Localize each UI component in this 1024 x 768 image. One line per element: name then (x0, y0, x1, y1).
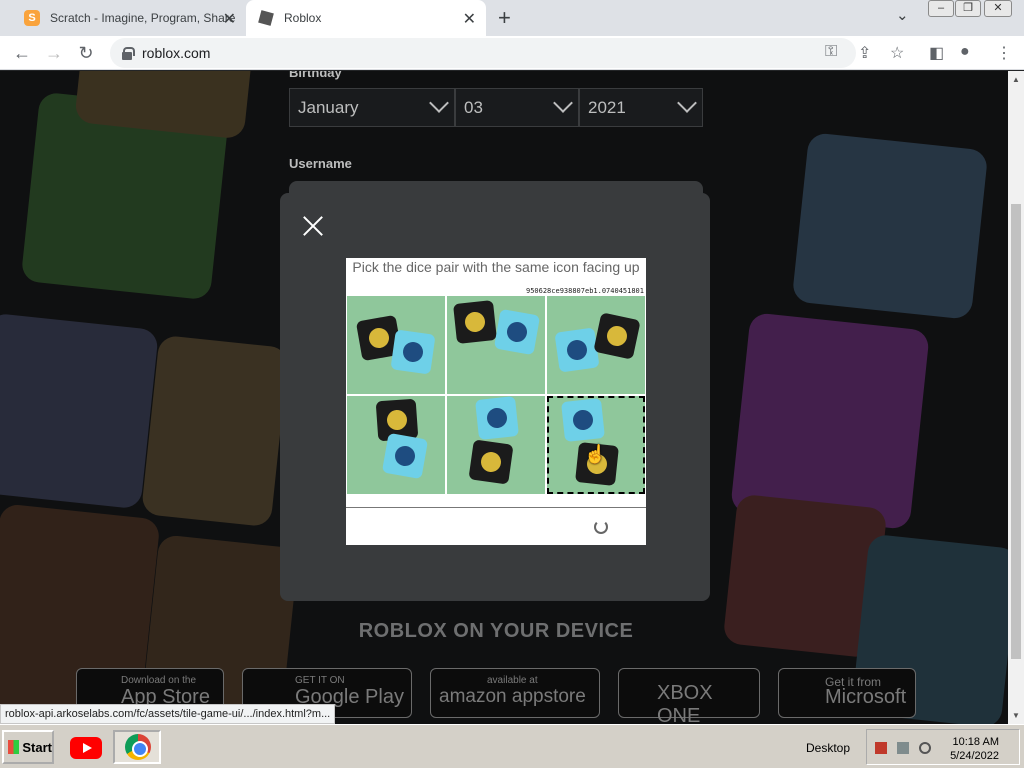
url-text: roblox.com (142, 45, 211, 61)
day-select[interactable]: 03 (455, 88, 579, 127)
clock[interactable]: 10:18 AM 5/24/2022 (941, 735, 999, 763)
username-label: Username (289, 156, 352, 171)
tab-search-icon[interactable]: ⌄ (896, 6, 909, 24)
captcha-tile-4[interactable] (347, 396, 445, 494)
clock-date: 5/24/2022 (950, 750, 999, 762)
badge-title: amazon appstore (439, 686, 586, 707)
month-value: January (298, 97, 359, 117)
close-window-button[interactable]: ✕ (984, 0, 1012, 17)
windows-logo-icon (8, 740, 20, 754)
start-button[interactable]: Start (2, 730, 54, 764)
month-select[interactable]: January (289, 88, 455, 127)
xbox-one-badge[interactable]: XBOX ONE (618, 668, 760, 724)
system-tray: 10:18 AM 5/24/2022 (866, 729, 1020, 765)
lock-icon (122, 47, 135, 60)
year-select[interactable]: 2021 (579, 88, 703, 127)
device-section-heading: ROBLOX ON YOUR DEVICE (358, 620, 634, 642)
close-tab-icon[interactable]: ✕ (463, 9, 476, 29)
forward-icon[interactable]: → (42, 41, 66, 65)
scroll-down-icon[interactable]: ▼ (1012, 711, 1020, 720)
dice-icon (390, 329, 436, 375)
dice-icon (468, 439, 514, 485)
chevron-down-icon (429, 93, 449, 113)
scratch-icon: S (24, 10, 40, 26)
day-value: 03 (464, 97, 483, 117)
dice-icon (593, 312, 641, 360)
start-label: Start (22, 739, 52, 755)
minimize-button[interactable]: – (928, 0, 954, 17)
dice-icon (381, 432, 429, 480)
back-icon[interactable]: ← (10, 41, 34, 65)
tab-strip: S Scratch - Imagine, Program, Share ✕ Ro… (0, 0, 1024, 36)
captcha-frame: Pick the dice pair with the same icon fa… (346, 258, 646, 545)
hand-cursor-icon: ☝ (584, 444, 607, 464)
microsoft-store-badge[interactable]: Get it from Microsoft (778, 668, 916, 718)
badge-caption: GET IT ON (295, 675, 345, 686)
new-tab-button[interactable]: + (498, 5, 511, 31)
key-icon[interactable]: ⚿ (825, 43, 837, 61)
refresh-icon[interactable] (594, 520, 608, 534)
network-icon[interactable] (897, 742, 909, 754)
scrollbar-thumb[interactable] (1011, 204, 1021, 659)
share-icon[interactable]: ⇪ (858, 43, 871, 63)
vertical-scrollbar[interactable]: ▲ ▼ (1008, 71, 1024, 724)
dice-icon (561, 398, 605, 442)
menu-kebab-icon[interactable]: ⋮ (996, 43, 1012, 63)
dice-icon (475, 396, 519, 440)
captcha-tile-3[interactable] (547, 296, 645, 394)
desktop-toolbar-label[interactable]: Desktop (806, 741, 850, 755)
verification-modal: Pick the dice pair with the same icon fa… (280, 193, 710, 601)
captcha-tile-2[interactable] (447, 296, 545, 394)
captcha-divider (346, 507, 646, 508)
captcha-session-id: 950628ce938807eb1.0740451801 (525, 287, 644, 295)
badge-title: Microsoft (825, 686, 907, 708)
tab-roblox[interactable]: Roblox ✕ (246, 0, 486, 36)
badge-title: XBOX ONE (657, 682, 713, 724)
dice-icon (493, 308, 541, 356)
tab-title: Scratch - Imagine, Program, Share (50, 11, 236, 25)
captcha-tile-5[interactable] (447, 396, 545, 494)
tab-title: Roblox (284, 11, 322, 25)
tab-scratch[interactable]: S Scratch - Imagine, Program, Share ✕ (8, 0, 246, 36)
dice-icon (554, 327, 600, 373)
reload-icon[interactable]: ↻ (74, 41, 98, 65)
chrome-taskbar-button[interactable] (113, 730, 161, 764)
badge-caption: available at (487, 675, 538, 686)
captcha-tile-1[interactable] (347, 296, 445, 394)
year-value: 2021 (588, 97, 626, 117)
clock-time: 10:18 AM (952, 736, 999, 748)
security-alert-icon[interactable] (875, 742, 887, 754)
taskbar: Start Desktop 10:18 AM 5/24/2022 (0, 724, 1024, 768)
chevron-down-icon (553, 93, 573, 113)
badge-caption: Download on the (121, 675, 197, 686)
profile-icon[interactable]: ● (960, 43, 970, 61)
dice-icon (453, 300, 497, 344)
browser-toolbar: ← → ↻ roblox.com ⚿ ⇪ ☆ ◧ ● ⋮ (0, 36, 1024, 70)
volume-icon[interactable] (919, 742, 931, 754)
youtube-icon[interactable] (70, 737, 102, 759)
side-panel-icon[interactable]: ◧ (929, 43, 944, 63)
captcha-prompt: Pick the dice pair with the same icon fa… (352, 259, 640, 275)
restore-button[interactable]: ❐ (955, 0, 981, 17)
roblox-signup-page: Birthday January 03 2021 Username Pick t… (0, 71, 1008, 724)
scroll-up-icon[interactable]: ▲ (1012, 75, 1020, 84)
bookmark-star-icon[interactable]: ☆ (890, 43, 904, 63)
close-icon[interactable] (302, 215, 324, 237)
chevron-down-icon (677, 93, 697, 113)
address-bar[interactable]: roblox.com (110, 38, 856, 68)
close-tab-icon[interactable]: ✕ (223, 9, 236, 29)
amazon-appstore-badge[interactable]: available at amazon appstore (430, 668, 600, 718)
signup-form: Birthday January 03 2021 Username (280, 71, 710, 201)
roblox-icon (258, 10, 274, 26)
birthday-label: Birthday (289, 71, 342, 80)
link-status-bubble: roblox-api.arkoselabs.com/fc/assets/tile… (0, 704, 336, 724)
chrome-icon (125, 734, 151, 760)
